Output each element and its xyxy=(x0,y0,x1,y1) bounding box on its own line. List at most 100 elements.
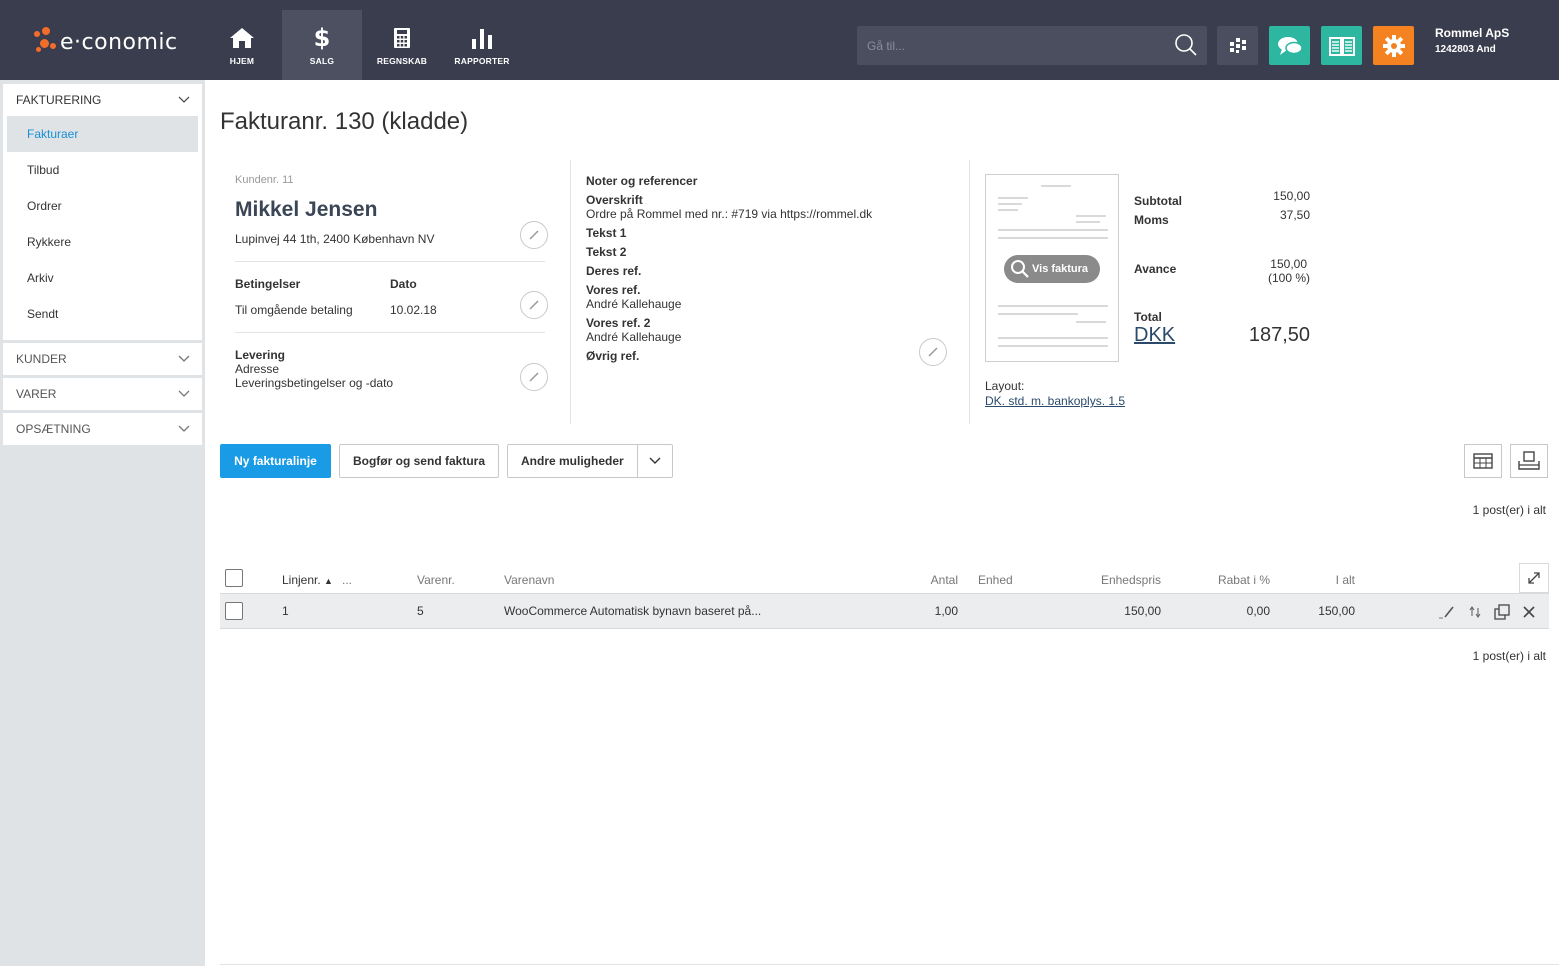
account-name: Rommel ApS xyxy=(1435,26,1510,40)
sidebar-header-label: VARER xyxy=(16,387,57,401)
nav-salg[interactable]: $ SALG xyxy=(282,10,362,80)
their-ref-label: Deres ref. xyxy=(586,264,642,278)
select-all-checkbox[interactable] xyxy=(225,569,243,587)
row-move-button[interactable] xyxy=(1467,604,1483,620)
row-copy-button[interactable] xyxy=(1494,604,1510,620)
expand-icon xyxy=(1528,572,1540,584)
gear-icon xyxy=(1382,34,1405,57)
sidebar-header-kunder[interactable]: KUNDER xyxy=(3,343,202,375)
new-invoice-line-button[interactable]: Ny fakturalinje xyxy=(220,444,331,478)
nav-rapporter-label: RAPPORTER xyxy=(454,56,510,66)
chevron-down-icon xyxy=(178,96,190,103)
sidebar-item-arkiv[interactable]: Arkiv xyxy=(3,260,202,296)
chat-button[interactable] xyxy=(1269,26,1310,65)
edit-delivery-button[interactable] xyxy=(520,363,548,391)
help-book-button[interactable] xyxy=(1321,26,1362,65)
sidebar-item-tilbud[interactable]: Tilbud xyxy=(3,152,202,188)
bar-chart-icon xyxy=(471,24,493,52)
layout-link[interactable]: DK. std. m. bankoplys. 1.5 xyxy=(985,394,1125,408)
top-bar: e·conomic HJEM $ SALG REGNSKAB RAPPORTER xyxy=(0,0,1559,80)
chevron-down-icon xyxy=(178,355,190,362)
moms-value: 37,50 xyxy=(1279,208,1310,222)
sidebar-header-label: FAKTURERING xyxy=(16,93,102,107)
chevron-down-icon xyxy=(178,425,190,432)
sort-ascending-icon: ▲ xyxy=(324,576,333,586)
sidebar-header-varer[interactable]: VARER xyxy=(3,378,202,410)
economic-logo[interactable]: e·conomic xyxy=(32,24,178,60)
column-header-more[interactable]: ... xyxy=(342,573,352,587)
table-view-button[interactable] xyxy=(1464,444,1502,478)
nav-regnskab-label: REGNSKAB xyxy=(376,56,428,66)
search-icon[interactable] xyxy=(1173,32,1199,58)
column-header-discount[interactable]: Rabat i % xyxy=(1200,573,1270,587)
divider xyxy=(235,261,545,262)
copy-icon xyxy=(1494,604,1510,620)
heading-value: Ordre på Rommel med nr.: #719 via https:… xyxy=(586,207,873,221)
account-info[interactable]: Rommel ApS 1242803 And xyxy=(1435,26,1509,55)
sidebar-header-fakturering[interactable]: FAKTURERING xyxy=(3,84,202,116)
main-nav: HJEM $ SALG REGNSKAB RAPPORTER xyxy=(202,10,522,80)
column-header-unit[interactable]: Enhed xyxy=(978,573,1013,587)
view-invoice-button[interactable]: Vis faktura xyxy=(1004,255,1100,283)
delivery-terms: Leveringsbetingelser og -dato xyxy=(235,376,394,390)
cell-item-no: 5 xyxy=(417,604,424,618)
row-checkbox[interactable] xyxy=(225,602,243,620)
edit-customer-button[interactable] xyxy=(520,221,548,249)
row-delete-button[interactable] xyxy=(1521,604,1537,620)
layout-label: Layout: xyxy=(985,379,1025,393)
cell-total: 150,00 xyxy=(1318,604,1355,618)
pencil-icon xyxy=(1439,606,1454,619)
sidebar-item-rykkere[interactable]: Rykkere xyxy=(3,224,202,260)
cell-unit-price: 150,00 xyxy=(1124,604,1161,618)
customer-address: Lupinvej 44 1th, 2400 København NV xyxy=(235,232,435,246)
column-header-item-name[interactable]: Varenavn xyxy=(504,573,554,587)
calculator-icon xyxy=(393,24,411,52)
invoice-preview-thumbnail[interactable]: Vis faktura xyxy=(985,174,1119,362)
text1-label: Tekst 1 xyxy=(586,226,627,240)
expand-table-button[interactable] xyxy=(1519,563,1549,593)
cell-discount: 0,00 xyxy=(1246,604,1270,618)
pencil-icon xyxy=(529,300,539,310)
sidebar-section-fakturering: FAKTURERING Fakturaer Tilbud Ordrer Rykk… xyxy=(3,84,202,340)
column-header-line[interactable]: Linjenr. ▲ xyxy=(282,573,333,587)
sidebar-header-label: KUNDER xyxy=(16,352,67,366)
other-options-label: Andre muligheder xyxy=(521,454,624,468)
logo-mark-icon xyxy=(32,27,58,57)
chat-icon xyxy=(1277,36,1303,55)
printer-icon xyxy=(1518,451,1540,470)
edit-notes-button[interactable] xyxy=(919,338,947,366)
sidebar-item-fakturaer[interactable]: Fakturaer xyxy=(7,116,198,152)
apps-button[interactable] xyxy=(1217,26,1258,65)
column-header-qty[interactable]: Antal xyxy=(900,573,958,587)
print-button[interactable] xyxy=(1510,444,1548,478)
page-title: Fakturanr. 130 (kladde) xyxy=(220,108,469,135)
book-and-send-button[interactable]: Bogfør og send faktura xyxy=(339,444,499,478)
nav-hjem[interactable]: HJEM xyxy=(202,10,282,80)
sidebar-header-opsaetning[interactable]: OPSÆTNING xyxy=(3,413,202,445)
column-header-item-no[interactable]: Varenr. xyxy=(417,573,455,587)
account-number: 1242803 And xyxy=(1435,44,1496,55)
nav-salg-label: SALG xyxy=(309,56,335,66)
text2-label: Tekst 2 xyxy=(586,245,627,259)
sidebar-item-sendt[interactable]: Sendt xyxy=(3,296,202,332)
nav-regnskab[interactable]: REGNSKAB xyxy=(362,10,442,80)
avance-percent: (100 %) xyxy=(1267,271,1310,285)
column-header-line-label: Linjenr. xyxy=(282,573,321,587)
other-options-dropdown[interactable]: Andre muligheder xyxy=(507,444,673,478)
total-value: 187,50 xyxy=(1248,324,1310,346)
customer-name[interactable]: Mikkel Jensen xyxy=(235,198,377,222)
currency-link[interactable]: DKK xyxy=(1134,324,1175,347)
moms-label: Moms xyxy=(1134,213,1169,227)
edit-terms-button[interactable] xyxy=(520,291,548,319)
nav-rapporter[interactable]: RAPPORTER xyxy=(442,10,522,80)
subtotal-value: 150,00 xyxy=(1273,189,1310,203)
column-header-unit-price[interactable]: Enhedspris xyxy=(1080,573,1161,587)
search-input[interactable] xyxy=(857,26,1167,65)
divider xyxy=(235,332,545,333)
column-header-total[interactable]: I alt xyxy=(1300,573,1355,587)
row-edit-button[interactable] xyxy=(1438,604,1454,620)
apps-grid-icon xyxy=(1229,37,1246,53)
sidebar-item-ordrer[interactable]: Ordrer xyxy=(3,188,202,224)
settings-button[interactable] xyxy=(1373,26,1414,65)
nav-hjem-label: HJEM xyxy=(229,56,255,66)
